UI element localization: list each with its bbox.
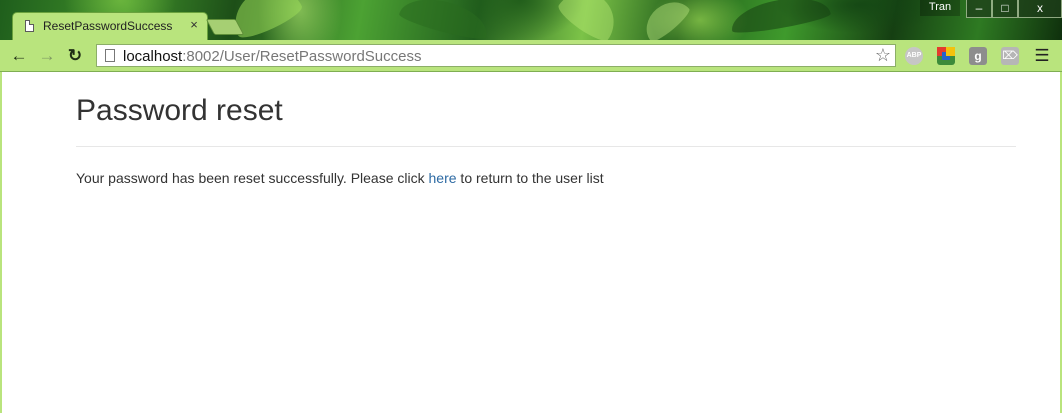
- reload-icon: ↻: [67, 46, 83, 65]
- rss-icon[interactable]: ⌦: [1001, 47, 1019, 65]
- google-analytics-icon[interactable]: [937, 47, 955, 65]
- return-to-user-list-link[interactable]: here: [429, 170, 457, 186]
- star-icon[interactable]: ☆: [875, 45, 891, 66]
- url-path: :8002/User/ResetPasswordSuccess: [182, 48, 422, 65]
- theme-leaf: [554, 0, 626, 40]
- forward-button[interactable]: →: [36, 45, 58, 67]
- reload-button[interactable]: ↻: [64, 45, 86, 67]
- profile-name[interactable]: Tran: [920, 0, 960, 16]
- divider: [76, 146, 1016, 147]
- ga-arrow-icon: [942, 52, 950, 60]
- adblock-plus-icon[interactable]: ABP: [905, 47, 923, 65]
- browser-tab-active[interactable]: ResetPasswordSuccess ×: [12, 12, 208, 40]
- maximize-button[interactable]: □: [992, 0, 1018, 18]
- theme-leaf: [637, 0, 693, 40]
- tab-close-icon[interactable]: ×: [187, 17, 201, 32]
- page-icon: [25, 20, 34, 32]
- tab-title: ResetPasswordSuccess: [43, 19, 173, 33]
- success-message: Your password has been reset successfull…: [76, 170, 604, 186]
- minimize-button[interactable]: –: [966, 0, 992, 18]
- url-host: localhost: [123, 48, 183, 65]
- back-button[interactable]: ←: [8, 45, 30, 67]
- page-content: Password reset Your password has been re…: [2, 72, 1060, 413]
- arrow-right-icon: →: [38, 46, 56, 65]
- page-title: Password reset: [76, 94, 283, 127]
- message-text-before: Your password has been reset successfull…: [76, 170, 429, 186]
- arrow-left-icon: ←: [10, 46, 28, 65]
- hamburger-menu-icon[interactable]: ☰: [1033, 46, 1051, 66]
- close-window-button[interactable]: x: [1018, 0, 1062, 18]
- page-icon: [105, 49, 115, 62]
- theme-leaf: [397, 0, 493, 40]
- theme-leaf: [728, 0, 832, 37]
- browser-toolbar: ← → ↻ localhost:8002/User/ResetPasswordS…: [0, 40, 1062, 72]
- url-text[interactable]: localhost:8002/User/ResetPasswordSuccess: [123, 48, 421, 65]
- address-bar[interactable]: localhost:8002/User/ResetPasswordSuccess…: [96, 44, 896, 67]
- title-bar: ResetPasswordSuccess × Tran – □ x: [0, 0, 1062, 40]
- google-plus-icon[interactable]: g: [969, 47, 987, 65]
- message-text-after: to return to the user list: [456, 170, 604, 186]
